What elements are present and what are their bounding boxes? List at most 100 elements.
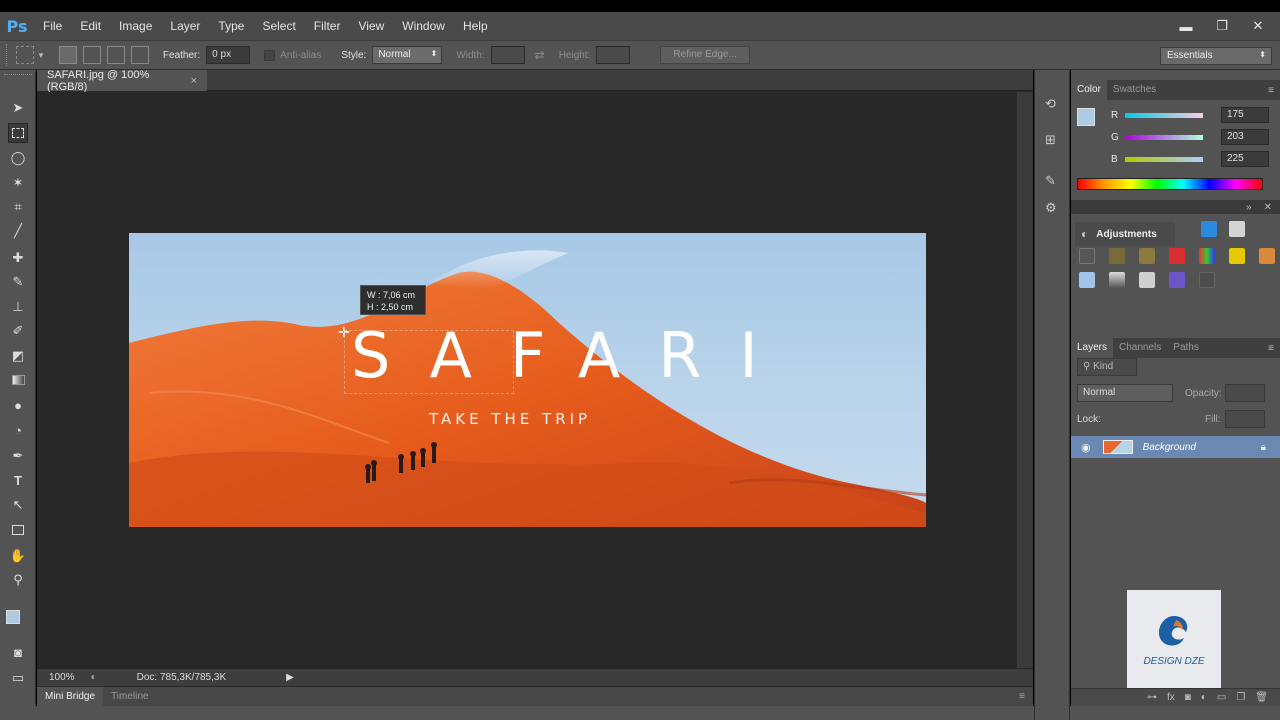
status-arrow-icon[interactable]: ▶: [286, 672, 294, 683]
menu-view[interactable]: View: [349, 12, 393, 40]
blend-mode-select[interactable]: Normal: [1077, 384, 1173, 402]
menu-filter[interactable]: Filter: [305, 12, 350, 40]
add-selection-icon[interactable]: [82, 46, 101, 64]
menu-file[interactable]: File: [34, 12, 71, 40]
eyedropper-tool-icon[interactable]: ╱: [8, 221, 28, 241]
minimize-button[interactable]: ▬: [1178, 18, 1194, 34]
type-tool-icon[interactable]: T: [8, 470, 28, 490]
foreground-color-swatch[interactable]: [6, 610, 20, 624]
magic-wand-tool-icon[interactable]: ✶: [8, 173, 28, 193]
adjustment-selective-color-icon[interactable]: [1199, 272, 1215, 288]
layer-row[interactable]: ◉ Background 🔒︎: [1071, 436, 1280, 458]
zoom-level[interactable]: 100%: [49, 672, 75, 683]
width-input[interactable]: [490, 46, 525, 64]
hand-tool-icon[interactable]: ✋: [8, 546, 28, 566]
close-button[interactable]: ✕: [1250, 18, 1266, 34]
foreground-color-chip[interactable]: [1077, 108, 1095, 126]
new-layer-icon[interactable]: ❐: [1236, 692, 1245, 703]
crop-tool-icon[interactable]: ⌗: [8, 197, 28, 217]
workspace-select[interactable]: Essentials ⬍: [1160, 47, 1272, 65]
properties-panel-icon[interactable]: ⊞: [1045, 132, 1056, 148]
adjustment-channel-mixer-icon[interactable]: [1199, 248, 1215, 264]
layer-filter-select[interactable]: ⚲ Kind: [1077, 358, 1137, 376]
healing-brush-tool-icon[interactable]: ✚: [8, 248, 28, 268]
dodge-tool-icon[interactable]: ◔: [8, 420, 28, 440]
opacity-input[interactable]: [1225, 384, 1265, 402]
tab-timeline[interactable]: Timeline: [103, 687, 156, 707]
adjustment-vibrance-icon[interactable]: [1079, 248, 1095, 264]
red-value[interactable]: 175: [1221, 107, 1269, 123]
add-mask-icon[interactable]: ◙: [1185, 692, 1191, 703]
gradient-tool-icon[interactable]: [8, 370, 28, 390]
color-spectrum-ramp[interactable]: [1077, 178, 1263, 190]
adjustment-curves-icon[interactable]: [1201, 221, 1217, 237]
refine-edge-button[interactable]: Refine Edge...: [660, 46, 750, 64]
fx-icon[interactable]: fx: [1167, 692, 1175, 703]
menu-select[interactable]: Select: [253, 12, 304, 40]
green-value[interactable]: 203: [1221, 129, 1269, 145]
vertical-scrollbar[interactable]: [1017, 92, 1033, 668]
history-panel-icon[interactable]: ⟲: [1045, 96, 1056, 112]
adjustment-posterize-icon[interactable]: [1109, 272, 1125, 288]
fill-input[interactable]: [1225, 410, 1265, 428]
collapse-icon[interactable]: »: [1246, 202, 1252, 213]
document-tab[interactable]: SAFARI.jpg @ 100% (RGB/8) ×: [37, 69, 207, 93]
new-selection-icon[interactable]: [58, 46, 77, 64]
subtract-selection-icon[interactable]: [106, 46, 125, 64]
blue-slider[interactable]: [1125, 156, 1203, 162]
path-selection-tool-icon[interactable]: ↖: [8, 495, 28, 515]
blue-value[interactable]: 225: [1221, 151, 1269, 167]
tab-color[interactable]: Color: [1071, 80, 1107, 100]
adjustment-balance-icon[interactable]: [1139, 248, 1155, 264]
history-brush-tool-icon[interactable]: ✐: [8, 321, 28, 341]
adjustment-threshold-icon[interactable]: [1139, 272, 1155, 288]
trash-icon[interactable]: 🗑︎: [1255, 692, 1268, 703]
adjustment-bw-icon[interactable]: [1169, 248, 1185, 264]
preset-chevron-icon[interactable]: ▼: [37, 51, 45, 60]
green-slider[interactable]: [1125, 134, 1203, 140]
panel-menu-icon[interactable]: ≡: [1268, 343, 1274, 354]
move-tool-icon[interactable]: ➤: [8, 98, 28, 118]
intersect-selection-icon[interactable]: [130, 46, 149, 64]
toolbar-grip[interactable]: [4, 74, 32, 80]
eraser-tool-icon[interactable]: ◩: [8, 346, 28, 366]
antialias-checkbox[interactable]: [264, 49, 276, 61]
menu-layer[interactable]: Layer: [161, 12, 209, 40]
tab-close-icon[interactable]: ×: [191, 75, 197, 87]
menu-image[interactable]: Image: [110, 12, 161, 40]
rectangle-tool-icon[interactable]: [8, 520, 28, 540]
tab-swatches[interactable]: Swatches: [1107, 80, 1162, 100]
adjustment-exposure-icon[interactable]: [1229, 221, 1245, 237]
panel-menu-icon[interactable]: ≡: [1268, 85, 1274, 96]
options-grip[interactable]: [6, 44, 10, 66]
tool-presets-icon[interactable]: ⚙: [1045, 200, 1057, 216]
pen-tool-icon[interactable]: ✒: [8, 446, 28, 466]
menu-window[interactable]: Window: [393, 12, 454, 40]
adjustment-lookup-icon[interactable]: [1229, 248, 1245, 264]
lasso-tool-icon[interactable]: ◯: [8, 148, 28, 168]
zoom-tool-icon[interactable]: ⚲: [8, 570, 28, 590]
safari-image[interactable]: SAFARI TAKE THE TRIP: [129, 233, 926, 527]
menu-help[interactable]: Help: [454, 12, 497, 40]
tab-mini-bridge[interactable]: Mini Bridge: [37, 686, 104, 707]
brush-tool-icon[interactable]: ✎: [8, 272, 28, 292]
new-group-icon[interactable]: ▭: [1217, 692, 1226, 703]
tab-paths[interactable]: Paths: [1167, 338, 1205, 358]
swap-dimensions-icon[interactable]: ⇄: [535, 48, 545, 62]
adjustment-photo-filter-icon[interactable]: [1259, 248, 1275, 264]
status-info-icon[interactable]: ◐: [91, 672, 97, 683]
restore-button[interactable]: ❐: [1214, 18, 1230, 34]
tab-layers[interactable]: Layers: [1071, 338, 1114, 358]
quick-mask-icon[interactable]: ◙: [8, 642, 28, 662]
clone-stamp-tool-icon[interactable]: ⊥: [8, 297, 28, 317]
new-adjustment-icon[interactable]: ◐: [1201, 692, 1207, 703]
panel-menu-icon[interactable]: ≡: [1019, 691, 1025, 702]
tab-channels[interactable]: Channels: [1113, 338, 1167, 358]
blur-tool-icon[interactable]: ●: [8, 395, 28, 415]
brush-presets-icon[interactable]: ✎: [1045, 173, 1056, 189]
height-input[interactable]: [596, 46, 631, 64]
close-panel-icon[interactable]: ✕: [1264, 202, 1272, 213]
red-slider[interactable]: [1125, 112, 1203, 118]
rect-marquee-tool-icon[interactable]: [8, 123, 28, 143]
menu-edit[interactable]: Edit: [71, 12, 110, 40]
